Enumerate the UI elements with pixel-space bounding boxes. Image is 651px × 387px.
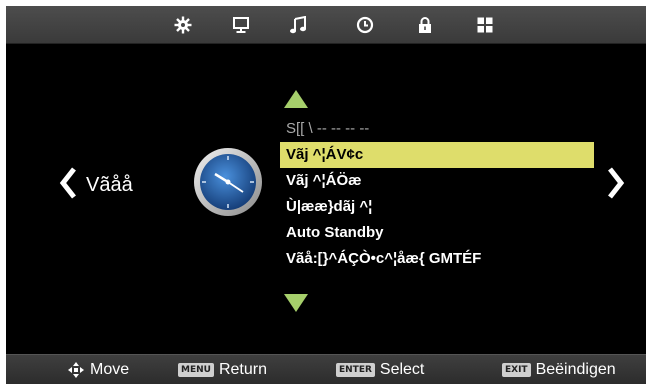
- menu-item-sleep-timer[interactable]: Ù|ææ}dãj ^¦: [280, 194, 600, 220]
- move-arrows-icon: [68, 362, 90, 378]
- tab-settings[interactable]: [174, 16, 192, 34]
- scroll-up-indicator[interactable]: [284, 90, 308, 108]
- help-exit: EXIT Beëindigen: [502, 361, 616, 379]
- next-category-button[interactable]: [606, 166, 626, 200]
- grid-icon: [477, 17, 493, 33]
- menu-panel: Vãåå S[[\ -- -- -- -- Vãj ^¦ÁV¢c Vãj ^¦…: [6, 44, 646, 354]
- menu-key-icon: MENU: [178, 363, 214, 377]
- top-tab-bar: [6, 6, 646, 44]
- tab-picture[interactable]: [232, 16, 250, 34]
- category-label: Vãåå: [86, 174, 133, 196]
- tab-setup[interactable]: [476, 16, 494, 34]
- help-exit-label: Beëindigen: [535, 361, 616, 378]
- chevron-right-icon: [608, 167, 625, 199]
- help-return: MENU Return: [178, 361, 267, 379]
- triangle-up-icon: [284, 90, 308, 108]
- help-select: ENTER Select: [336, 361, 424, 379]
- previous-category-button[interactable]: [58, 166, 78, 200]
- menu-item-off-time[interactable]: Vãj ^¦ÁV¢c: [280, 142, 594, 168]
- enter-key-icon: ENTER: [336, 363, 375, 377]
- tab-lock[interactable]: [416, 16, 434, 34]
- triangle-down-icon: [284, 294, 308, 312]
- lock-icon: [419, 17, 431, 33]
- help-move-label: Move: [90, 361, 130, 378]
- menu-item-on-time[interactable]: Vãj ^¦ÁÖæ: [280, 168, 600, 194]
- music-note-icon: [290, 16, 306, 34]
- help-select-label: Select: [379, 361, 425, 378]
- help-return-label: Return: [218, 361, 267, 378]
- help-bar: Move MENU Return ENTER Select EXIT Beëin…: [6, 354, 646, 384]
- menu-item-clock: S[[ \ -- -- -- --: [286, 120, 370, 137]
- time-menu-list: S[[ \ -- -- -- -- Vãj ^¦ÁV¢c Vãj ^¦ÁÖæ Ù…: [280, 116, 600, 272]
- analog-clock-icon: [194, 148, 262, 216]
- menu-item-time-zone[interactable]: Vãå:[}^ÁÇÒ•c^¦åæ{ GMTÉF: [280, 246, 600, 272]
- scroll-down-indicator[interactable]: [284, 294, 308, 312]
- monitor-icon: [233, 17, 249, 33]
- menu-item-auto-standby[interactable]: Auto Standby: [280, 220, 600, 246]
- settings-gear-icon: [174, 16, 192, 34]
- clock-icon: [356, 16, 374, 34]
- exit-key-icon: EXIT: [502, 363, 531, 377]
- chevron-left-icon: [59, 167, 76, 199]
- help-move: Move: [68, 361, 129, 379]
- tab-time[interactable]: [356, 16, 374, 34]
- tab-sound[interactable]: [289, 16, 307, 34]
- category-image: [193, 147, 263, 217]
